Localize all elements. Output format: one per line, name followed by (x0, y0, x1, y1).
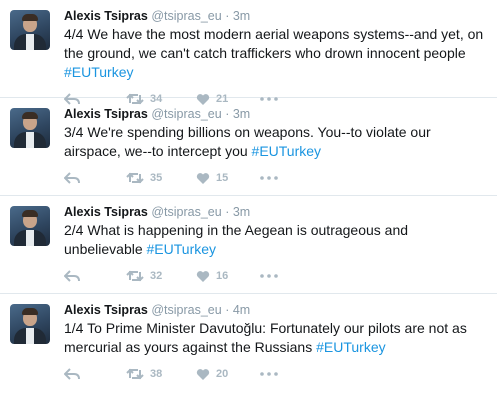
author-handle[interactable]: @tsipras_eu (151, 9, 221, 23)
more-button[interactable] (260, 176, 290, 180)
tweet-header: Alexis Tsipras @tsipras_eu · 3m (64, 8, 487, 24)
hashtag-link[interactable]: #EUTurkey (64, 64, 134, 80)
hashtag-link[interactable]: #EUTurkey (316, 339, 386, 355)
author-name[interactable]: Alexis Tsipras (64, 205, 148, 219)
tweet-actions: 35 15 (64, 169, 487, 187)
tweet-actions: 32 16 (64, 267, 487, 285)
retweet-count: 35 (150, 172, 163, 184)
more-dots-icon (260, 372, 278, 376)
author-name[interactable]: Alexis Tsipras (64, 107, 148, 121)
avatar[interactable] (10, 108, 50, 148)
separator: · (225, 303, 230, 317)
retweet-button[interactable]: 38 (126, 368, 196, 380)
like-count: 20 (216, 368, 229, 380)
tweet-feed: Alexis Tsipras @tsipras_eu · 3m 4/4 We h… (0, 0, 497, 403)
reply-button[interactable] (64, 270, 126, 282)
reply-button[interactable] (64, 172, 126, 184)
retweet-icon (126, 172, 144, 184)
reply-icon (64, 368, 80, 380)
separator: · (225, 107, 230, 121)
like-count: 16 (216, 270, 229, 282)
like-count: 15 (216, 172, 229, 184)
like-button[interactable]: 20 (196, 368, 260, 381)
tweet-body: 4/4 We have the most modern aerial weapo… (64, 26, 484, 61)
timestamp[interactable]: 3m (233, 107, 250, 121)
more-dots-icon (260, 274, 278, 278)
hashtag-link[interactable]: #EUTurkey (252, 143, 322, 159)
tweet-text: 2/4 What is happening in the Aegean is o… (64, 221, 487, 259)
avatar[interactable] (10, 10, 50, 50)
retweet-count: 38 (150, 368, 163, 380)
like-button[interactable]: 16 (196, 270, 260, 283)
timestamp[interactable]: 4m (233, 303, 250, 317)
like-button[interactable]: 15 (196, 172, 260, 185)
tweet[interactable]: Alexis Tsipras @tsipras_eu · 3m 3/4 We'r… (0, 98, 497, 196)
retweet-count: 32 (150, 270, 163, 282)
reply-button[interactable] (64, 368, 126, 380)
tweet-text: 1/4 To Prime Minister Davutoğlu: Fortuna… (64, 319, 487, 357)
retweet-button[interactable]: 35 (126, 172, 196, 184)
author-name[interactable]: Alexis Tsipras (64, 9, 148, 23)
tweet-text: 4/4 We have the most modern aerial weapo… (64, 25, 487, 82)
retweet-button[interactable]: 32 (126, 270, 196, 282)
avatar[interactable] (10, 304, 50, 344)
tweet-header: Alexis Tsipras @tsipras_eu · 4m (64, 302, 487, 318)
timestamp[interactable]: 3m (233, 205, 250, 219)
hashtag-link[interactable]: #EUTurkey (147, 241, 217, 257)
author-handle[interactable]: @tsipras_eu (151, 107, 221, 121)
tweet-header: Alexis Tsipras @tsipras_eu · 3m (64, 106, 487, 122)
tweet[interactable]: Alexis Tsipras @tsipras_eu · 4m 1/4 To P… (0, 294, 497, 403)
tweet-header: Alexis Tsipras @tsipras_eu · 3m (64, 204, 487, 220)
more-button[interactable] (260, 274, 290, 278)
tweet-body: 2/4 What is happening in the Aegean is o… (64, 222, 409, 257)
author-name[interactable]: Alexis Tsipras (64, 303, 148, 317)
timestamp[interactable]: 3m (233, 9, 250, 23)
separator: · (225, 205, 230, 219)
more-button[interactable] (260, 372, 290, 376)
author-handle[interactable]: @tsipras_eu (151, 303, 221, 317)
heart-icon (196, 270, 210, 282)
tweet-body: 3/4 We're spending billions on weapons. … (64, 124, 431, 159)
avatar[interactable] (10, 206, 50, 246)
reply-icon (64, 270, 80, 282)
more-dots-icon (260, 176, 278, 180)
author-handle[interactable]: @tsipras_eu (151, 205, 221, 219)
reply-icon (64, 172, 80, 184)
tweet-body: 1/4 To Prime Minister Davutoğlu: Fortuna… (64, 320, 467, 355)
tweet[interactable]: Alexis Tsipras @tsipras_eu · 3m 4/4 We h… (0, 0, 497, 105)
tweet-text: 3/4 We're spending billions on weapons. … (64, 123, 487, 161)
separator: · (225, 9, 230, 23)
retweet-icon (126, 368, 144, 380)
tweet-actions: 38 20 (64, 365, 487, 383)
tweet[interactable]: Alexis Tsipras @tsipras_eu · 3m 2/4 What… (0, 196, 497, 294)
retweet-icon (126, 270, 144, 282)
heart-icon (196, 368, 210, 380)
heart-icon (196, 172, 210, 184)
